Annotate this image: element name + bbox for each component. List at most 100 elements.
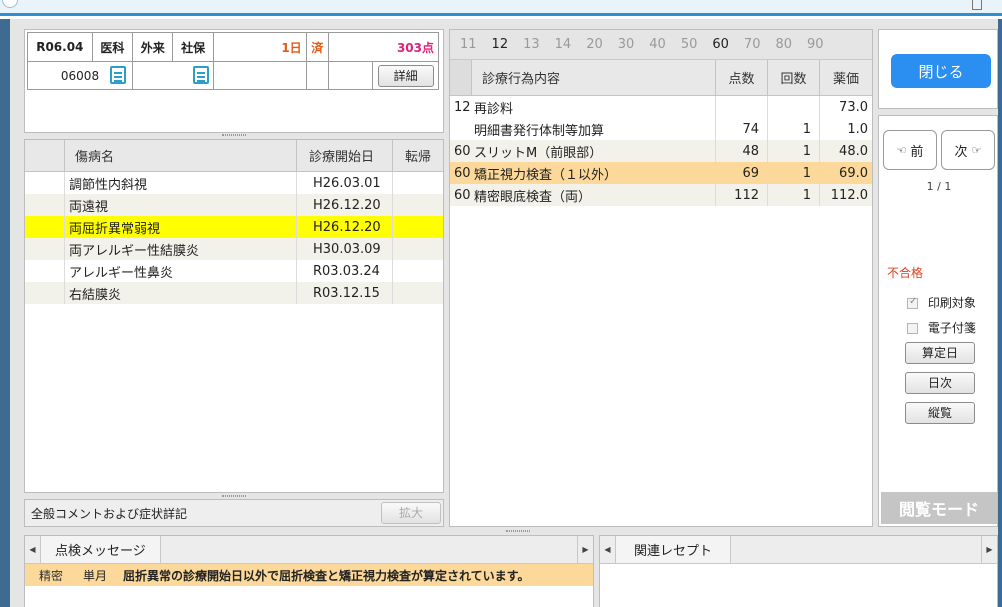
treatment-count: 1 <box>768 162 820 184</box>
splitter-handle[interactable] <box>506 530 530 532</box>
treatment-row[interactable]: 60 精密眼底検査（両） 112 1 112.0 <box>450 184 872 206</box>
detail-button[interactable]: 詳細 <box>377 64 434 87</box>
col-price[interactable]: 薬価 <box>820 60 872 95</box>
treatment-text: 明細書発行体制等加算 <box>474 123 605 139</box>
tab-scroll-right-icon[interactable]: ▶ <box>577 536 593 563</box>
tab-check-messages[interactable]: 点検メッセージ <box>41 536 161 563</box>
splitter-handle[interactable] <box>222 134 246 136</box>
close-button[interactable]: 閉じる <box>891 54 991 88</box>
disease-start-date: H26.03.01 <box>297 172 393 194</box>
category-code: 60 <box>454 187 471 203</box>
col-start-date[interactable]: 診療開始日 <box>297 140 393 171</box>
category-tab[interactable]: 20 <box>586 37 603 52</box>
e-sticky-option[interactable]: 電子付箋 <box>907 319 976 336</box>
treatment-content: 明細書発行体制等加算 <box>472 118 716 140</box>
disease-row[interactable]: 両屈折異常弱視 H26.12.20 <box>25 216 443 238</box>
treatment-row[interactable]: 12 再診料 73.0 <box>450 96 872 118</box>
treatment-points <box>716 96 768 118</box>
empty-cell <box>327 61 374 90</box>
total-points: 303点 <box>327 32 440 62</box>
col-treatment[interactable]: 診療行為内容 <box>472 60 716 95</box>
app-icon <box>2 0 18 8</box>
tab-related-receipts[interactable]: 関連レセプト <box>616 536 732 563</box>
disease-row[interactable]: アレルギー性鼻炎 R03.03.24 <box>25 260 443 282</box>
disease-table-header: 傷病名 診療開始日 転帰 <box>25 140 443 172</box>
tab-scroll-left-icon[interactable]: ◀ <box>600 536 616 563</box>
insurance-document-icon[interactable] <box>192 66 209 84</box>
disease-outcome <box>393 172 443 194</box>
restore-icon[interactable] <box>972 0 982 10</box>
category-tab[interactable]: 50 <box>681 37 698 52</box>
row-marker-col <box>25 140 65 171</box>
category-tab[interactable]: 12 <box>492 37 509 52</box>
category-tab[interactable]: 40 <box>649 37 666 52</box>
disease-row[interactable]: 両遠視 H26.12.20 <box>25 194 443 216</box>
treatment-content: 再診料 <box>472 96 716 118</box>
disease-row[interactable]: 調節性内斜視 H26.03.01 <box>25 172 443 194</box>
treatment-row[interactable]: 60 スリットM（前眼部） 48 1 48.0 <box>450 140 872 162</box>
treatment-text: 精密眼底検査（両） <box>474 189 592 205</box>
treatment-list: 12 再診料 73.0 明細書発行体制等加算 74 1 1.0 60 スリットM（前眼部） 48 1… <box>450 96 872 206</box>
e-sticky-checkbox[interactable] <box>907 323 918 334</box>
row-marker-col <box>450 60 472 95</box>
message-text: 屈折異常の診療開始日以外で屈折検査と矯正視力検査が算定されています。 <box>123 568 530 583</box>
patient-id: 06008 <box>60 68 100 83</box>
category-tab[interactable]: 14 <box>555 37 572 52</box>
category-tab[interactable]: 90 <box>807 37 824 52</box>
previous-button[interactable]: ☜ 前 <box>883 130 937 170</box>
category-tab[interactable]: 60 <box>712 37 729 52</box>
splitter-handle[interactable] <box>222 495 246 497</box>
empty-cell <box>212 61 307 90</box>
treatment-points: 112 <box>716 184 768 206</box>
disease-name: 両屈折異常弱視 <box>65 216 297 238</box>
disease-row[interactable]: 両アレルギー性結膜炎 H30.03.09 <box>25 238 443 260</box>
next-button[interactable]: 次 ☞ <box>941 130 995 170</box>
disease-row[interactable]: 右結膜炎 R03.12.15 <box>25 282 443 304</box>
daily-button[interactable]: 日次 <box>905 372 975 394</box>
claim-month: R06.04 <box>27 32 93 62</box>
treatment-count <box>768 96 820 118</box>
treatment-table-header: 診療行為内容 点数 回数 薬価 <box>450 60 872 96</box>
insurance-type: 社保 <box>172 32 214 62</box>
row-marker <box>25 172 65 194</box>
check-status: 済 <box>305 32 329 62</box>
tab-scroll-left-icon[interactable]: ◀ <box>25 536 41 563</box>
treatment-text: スリットM（前眼部） <box>474 145 603 161</box>
disease-outcome <box>393 260 443 282</box>
print-target-label: 印刷対象 <box>927 296 976 310</box>
print-target-checkbox[interactable] <box>907 296 918 309</box>
treatment-row[interactable]: 明細書発行体制等加算 74 1 1.0 <box>450 118 872 140</box>
message-level: 精密 <box>39 568 64 583</box>
related-receipt-panel: ◀ 関連レセプト ▶ <box>599 535 998 607</box>
detail-cell: 詳細 <box>372 61 439 90</box>
category-tab[interactable]: 11 <box>460 37 477 52</box>
expand-button[interactable]: 拡大 <box>381 502 441 524</box>
visit-type: 外来 <box>132 32 174 62</box>
check-message-panel: ◀ 点検メッセージ ▶ 精密 単月 屈折異常の診療開始日以外で屈折検査と矯正視力検査… <box>24 535 594 607</box>
disease-outcome <box>393 238 443 260</box>
col-points[interactable]: 点数 <box>716 60 768 95</box>
check-message-list: 精密 単月 屈折異常の診療開始日以外で屈折検査と矯正視力検査が算定されています。 <box>25 564 593 586</box>
disease-panel: 傷病名 診療開始日 転帰 調節性内斜視 H26.03.01 両遠視 H26.12.20… <box>24 139 444 493</box>
disease-outcome <box>393 194 443 216</box>
disease-name: アレルギー性鼻炎 <box>65 260 297 282</box>
col-outcome[interactable]: 転帰 <box>393 140 443 171</box>
category-tab[interactable]: 30 <box>618 37 635 52</box>
category-tab[interactable]: 70 <box>744 37 761 52</box>
category-tab[interactable]: 80 <box>775 37 792 52</box>
check-message-row[interactable]: 精密 単月 屈折異常の診療開始日以外で屈折検査と矯正視力検査が算定されています。 <box>25 564 593 586</box>
disease-outcome <box>393 282 443 304</box>
browse-button[interactable]: 縦覧 <box>905 402 975 424</box>
print-target-option[interactable]: 印刷対象 <box>907 294 976 311</box>
treatment-row[interactable]: 60 矯正視力検査（１以外） 69 1 69.0 <box>450 162 872 184</box>
tab-scroll-right-icon[interactable]: ▶ <box>981 536 997 563</box>
col-disease-name[interactable]: 傷病名 <box>65 140 297 171</box>
calc-date-button[interactable]: 算定日 <box>905 342 975 364</box>
patient-document-icon[interactable] <box>110 66 127 84</box>
col-count[interactable]: 回数 <box>768 60 820 95</box>
category-tab[interactable]: 13 <box>523 37 540 52</box>
empty-cell <box>305 61 329 90</box>
fail-status: 不合格 <box>887 264 923 281</box>
treatment-content: スリットM（前眼部） <box>472 140 716 162</box>
row-marker <box>25 216 65 238</box>
